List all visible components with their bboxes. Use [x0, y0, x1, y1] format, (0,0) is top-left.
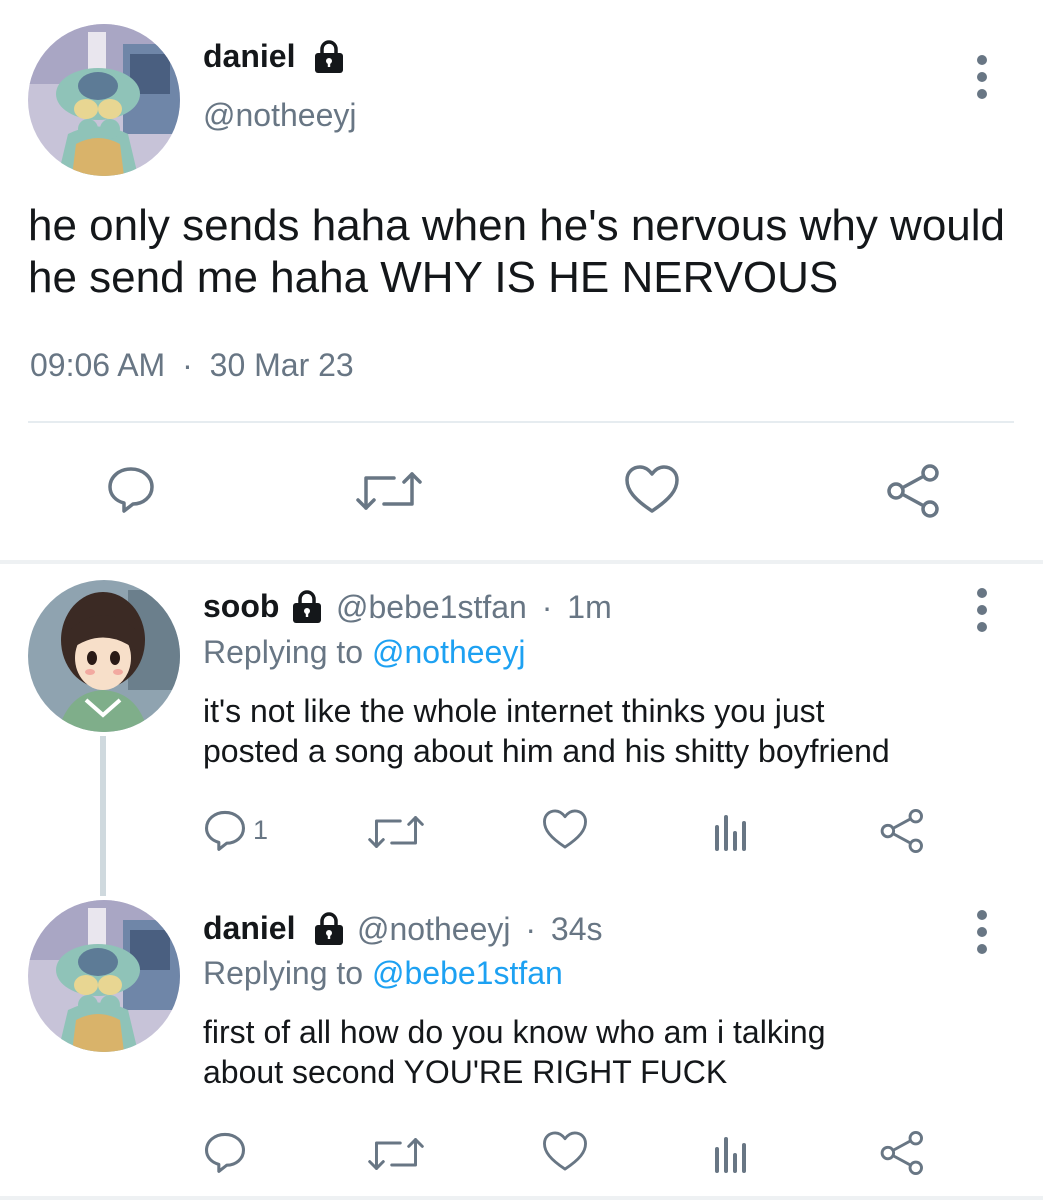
display-name[interactable]: daniel — [203, 38, 295, 75]
mention-link[interactable]: @notheeyj — [372, 634, 525, 670]
replying-to: Replying to @notheeyj — [203, 634, 526, 670]
divider — [28, 421, 1014, 423]
more-options-icon[interactable] — [975, 588, 989, 639]
reply-header: daniel — [203, 910, 295, 947]
share-button[interactable] — [878, 1130, 924, 1176]
more-options-icon[interactable] — [975, 910, 989, 961]
share-icon — [887, 464, 939, 518]
avatar[interactable] — [28, 900, 180, 1052]
separator: · — [525, 911, 537, 947]
analytics-button[interactable] — [713, 1133, 749, 1173]
date: 30 Mar 23 — [209, 347, 354, 383]
like-button[interactable] — [542, 808, 588, 850]
handle[interactable]: @bebe1stfan — [336, 589, 527, 625]
display-name[interactable]: daniel — [203, 910, 295, 946]
reply-header: soob — [203, 588, 279, 625]
divider — [0, 1196, 1043, 1200]
reply-count: 1 — [253, 814, 269, 845]
handle[interactable]: @notheeyj — [203, 97, 356, 134]
handle-row: @bebe1stfan · 1m — [336, 589, 612, 626]
thread-line — [100, 736, 106, 896]
reply-button[interactable] — [203, 1130, 247, 1174]
mention-link[interactable]: @bebe1stfan — [372, 955, 563, 991]
like-button[interactable] — [542, 1130, 588, 1172]
lock-icon — [291, 590, 323, 624]
display-name[interactable]: soob — [203, 588, 279, 624]
age: 1m — [567, 589, 612, 625]
retweet-button[interactable] — [356, 468, 422, 514]
reply-icon — [108, 467, 154, 513]
like-button[interactable] — [624, 464, 680, 514]
like-icon — [543, 1131, 587, 1171]
reply-button[interactable]: 1 — [203, 808, 268, 852]
retweet-button[interactable] — [368, 1134, 424, 1174]
handle[interactable]: @notheeyj — [357, 911, 510, 947]
retweet-icon — [368, 1138, 424, 1170]
lock-icon — [313, 912, 345, 946]
more-options-icon[interactable] — [975, 55, 989, 106]
reply-icon — [204, 810, 246, 851]
retweet-button[interactable] — [368, 812, 424, 852]
reply-icon — [204, 1132, 246, 1173]
reply-button[interactable] — [106, 464, 156, 514]
separator: · — [541, 589, 553, 625]
reply-text: first of all how do you know who am i ta… — [203, 1014, 826, 1090]
analytics-icon — [715, 815, 746, 851]
share-button[interactable] — [884, 463, 940, 519]
analytics-icon — [715, 1137, 746, 1173]
handle-row: @notheeyj · 34s — [357, 911, 603, 948]
share-icon — [880, 1131, 923, 1175]
lock-icon — [313, 40, 345, 74]
retweet-icon — [368, 816, 424, 848]
age: 34s — [550, 911, 603, 947]
divider — [0, 560, 1043, 564]
like-icon — [625, 465, 679, 513]
replying-to: Replying to @bebe1stfan — [203, 955, 563, 991]
time: 09:06 AM — [30, 347, 166, 383]
tweet-timestamp[interactable]: 09:06 AM · 30 Mar 23 — [30, 347, 354, 384]
like-icon — [543, 809, 587, 849]
retweet-icon — [356, 472, 422, 510]
separator: · — [182, 347, 193, 383]
tweet-text: he only sends haha when he's nervous why… — [28, 201, 1006, 302]
avatar[interactable] — [28, 580, 180, 732]
share-button[interactable] — [878, 808, 924, 854]
reply-text: it's not like the whole internet thinks … — [203, 693, 890, 769]
avatar[interactable] — [28, 24, 180, 176]
share-icon — [880, 809, 923, 853]
analytics-button[interactable] — [713, 811, 749, 851]
